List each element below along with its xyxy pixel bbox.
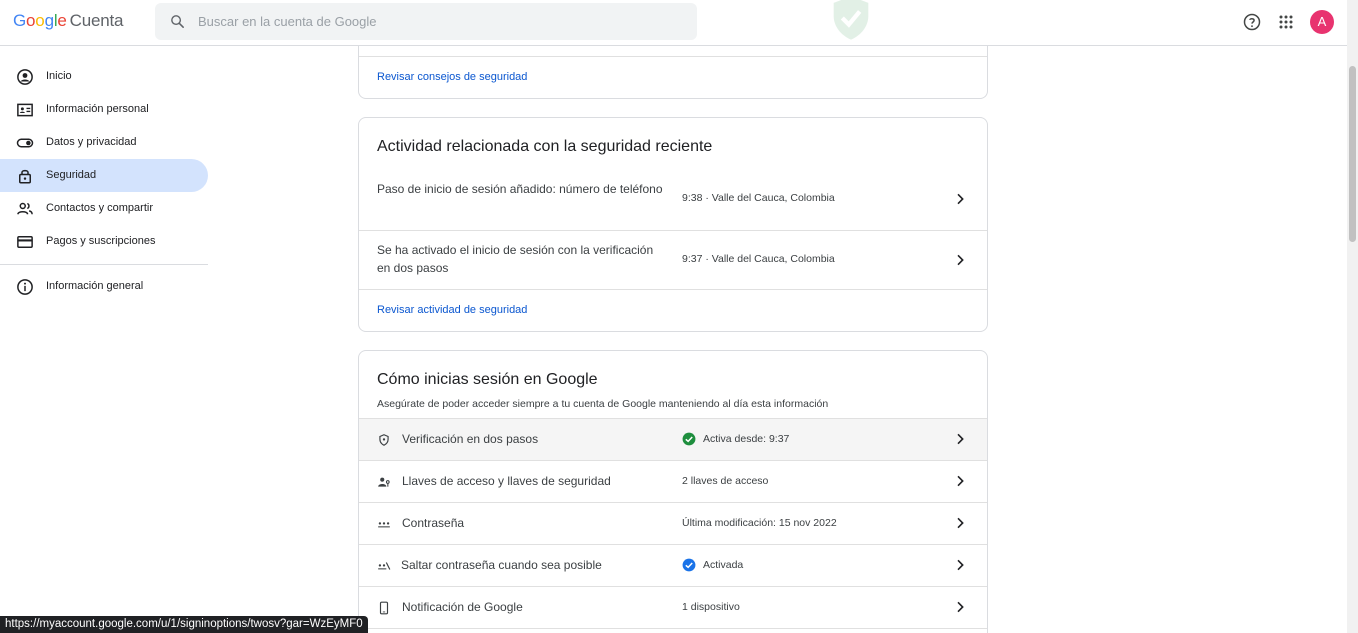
activity-row[interactable]: Paso de inicio de sesión añadido: número… — [359, 169, 987, 230]
search-icon[interactable] — [169, 13, 186, 30]
sidebar-item-label: Contactos y compartir — [46, 202, 153, 214]
signin-method-label: Llaves de acceso y llaves de seguridad — [402, 474, 611, 488]
sidebar-divider — [0, 264, 208, 265]
shield-check-illustration-icon — [833, 0, 869, 40]
apps-grid-icon[interactable] — [1276, 12, 1296, 32]
sidebar-item-informacion-personal[interactable]: Información personal — [0, 93, 208, 126]
card-divider — [359, 56, 987, 57]
signin-method-status: Última modificación: 15 nov 2022 — [682, 517, 837, 529]
signin-method-label: Notificación de Google — [402, 600, 523, 614]
lock-icon — [19, 169, 31, 184]
activity-time-location: 9:38 · Valle del Cauca, Colombia — [682, 192, 835, 204]
chevron-right-icon — [957, 559, 964, 571]
signin-row-skip-password[interactable]: Saltar contraseña cuando sea posible Act… — [359, 544, 987, 586]
page-scrollbar[interactable] — [1347, 0, 1358, 633]
sidebar-item-informacion-general[interactable]: Información general — [0, 270, 208, 303]
sidebar-item-seguridad[interactable]: Seguridad — [0, 159, 208, 192]
toggle-icon — [16, 138, 34, 148]
sidebar-item-pagos-suscripciones[interactable]: Pagos y suscripciones — [0, 225, 208, 258]
check-circle-green-icon — [682, 432, 696, 446]
google-account-logo[interactable]: Google Cuenta — [13, 11, 123, 31]
sidebar-item-label: Información general — [46, 280, 144, 292]
info-icon — [17, 279, 33, 295]
phone-icon — [379, 601, 389, 615]
logo-letter: G — [13, 11, 27, 30]
chevron-right-icon — [957, 475, 964, 487]
signin-row-two-step-verification[interactable]: Verificación en dos pasos Activa desde: … — [359, 418, 987, 460]
signin-row-password[interactable]: Contraseña Última modificación: 15 nov 2… — [359, 502, 987, 544]
id-card-icon — [17, 103, 33, 117]
link-preview-status-bar: https://myaccount.google.com/u/1/signino… — [0, 616, 368, 633]
chevron-right-icon — [957, 517, 964, 529]
signin-row-google-prompt[interactable]: Notificación de Google 1 dispositivo — [359, 586, 987, 628]
card-divider — [359, 628, 987, 629]
sidebar-item-label: Inicio — [46, 70, 72, 82]
scrollbar-thumb[interactable] — [1349, 66, 1356, 242]
password-dots-icon — [378, 522, 390, 528]
sidebar-item-contactos-compartir[interactable]: Contactos y compartir — [0, 192, 208, 225]
card-title: Actividad relacionada con la seguridad r… — [377, 138, 713, 155]
signin-method-label: Contraseña — [402, 516, 465, 530]
credit-card-icon — [17, 236, 33, 248]
account-circle-icon — [17, 69, 33, 85]
signin-row-passkeys[interactable]: Llaves de acceso y llaves de seguridad 2… — [359, 460, 987, 502]
review-security-activity-link[interactable]: Revisar actividad de seguridad — [377, 304, 527, 316]
signin-method-label: Verificación en dos pasos — [402, 432, 539, 446]
logo-letter: o — [26, 11, 36, 30]
help-icon[interactable] — [1242, 12, 1262, 32]
signin-method-status: Activa desde: 9:37 — [703, 433, 790, 445]
sidebar-item-label: Datos y privacidad — [46, 136, 137, 148]
logo-letter: g — [44, 11, 54, 30]
sidebar-item-inicio[interactable]: Inicio — [0, 60, 208, 93]
activity-time-location: 9:37 · Valle del Cauca, Colombia — [682, 253, 835, 265]
card-title: Cómo inicias sesión en Google — [377, 371, 598, 388]
activity-description: Paso de inicio de sesión añadido: número… — [377, 182, 663, 196]
signin-method-status: 1 dispositivo — [682, 601, 740, 613]
recent-security-activity-card: Actividad relacionada con la seguridad r… — [358, 117, 988, 332]
product-name: Cuenta — [69, 11, 124, 30]
sidebar-item-label: Información personal — [46, 103, 149, 115]
skip-password-icon — [378, 562, 391, 570]
sidebar-item-label: Seguridad — [46, 169, 97, 181]
card-divider — [359, 289, 987, 290]
logo-letter: o — [35, 11, 45, 30]
logo-letter: e — [57, 11, 67, 30]
sidebar-item-datos-privacidad[interactable]: Datos y privacidad — [0, 126, 208, 159]
check-circle-blue-icon — [682, 558, 696, 572]
search-input[interactable] — [198, 3, 678, 40]
activity-description: Se ha activado el inicio de sesión con l… — [377, 243, 654, 275]
signin-method-status: Activada — [703, 559, 744, 571]
signin-method-label: Saltar contraseña cuando sea posible — [401, 558, 602, 572]
review-security-tips-link[interactable]: Revisar consejos de seguridad — [377, 71, 527, 83]
shield-icon — [379, 434, 389, 446]
passkey-icon — [378, 477, 390, 487]
chevron-right-icon — [957, 433, 964, 445]
card-subtitle: Asegúrate de poder acceder siempre a tu … — [377, 398, 829, 410]
signin-method-status: 2 llaves de acceso — [682, 475, 769, 487]
people-icon — [17, 202, 33, 215]
chevron-right-icon — [957, 601, 964, 613]
activity-row[interactable]: Se ha activado el inicio de sesión con l… — [359, 230, 987, 290]
top-app-bar: GoogleCuenta A — [0, 0, 1347, 46]
signin-methods-card: Cómo inicias sesión en Google Asegúrate … — [358, 350, 988, 633]
chevron-right-icon — [957, 254, 964, 266]
search-bar[interactable] — [155, 3, 697, 40]
avatar[interactable]: A — [1310, 10, 1334, 34]
sidebar-item-label: Pagos y suscripciones — [46, 235, 156, 247]
chevron-right-icon — [957, 193, 964, 205]
